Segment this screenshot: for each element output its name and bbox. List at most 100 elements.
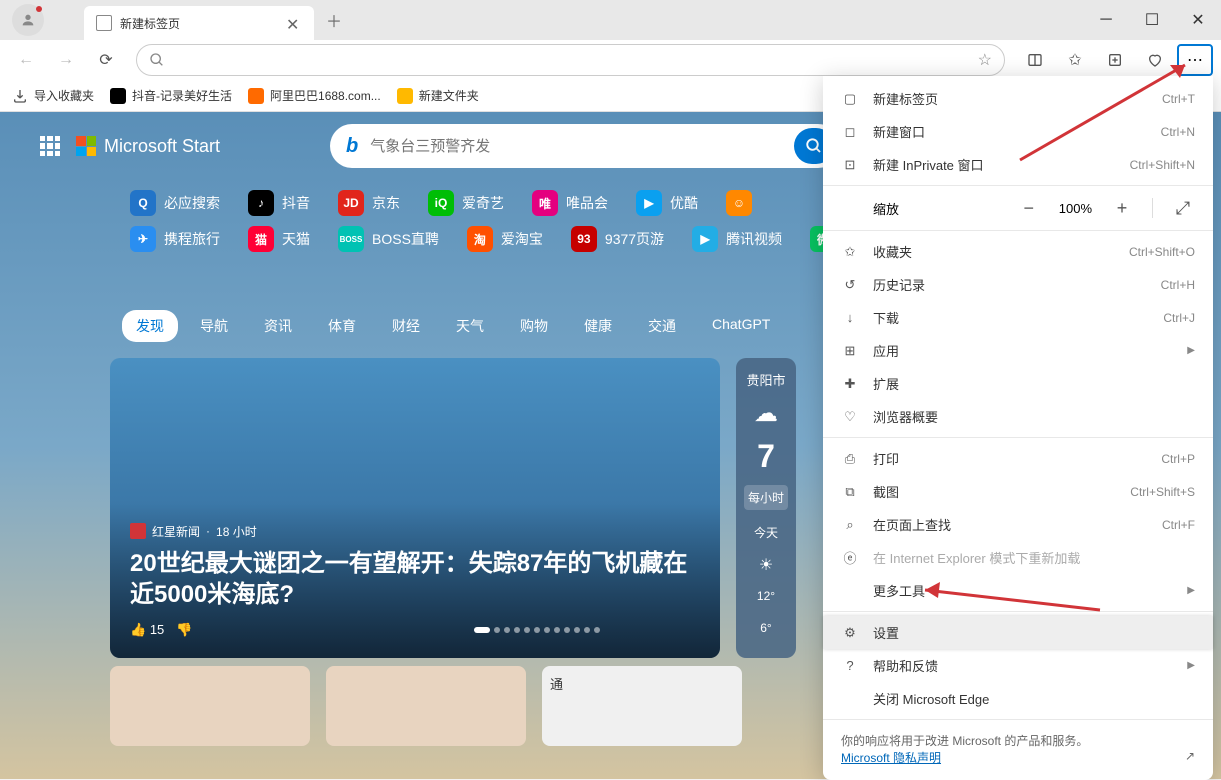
quicklink[interactable]: 唯唯品会	[532, 190, 608, 216]
page-icon	[96, 15, 112, 31]
nav-tab[interactable]: 健康	[570, 310, 626, 342]
quicklink[interactable]: 939377页游	[571, 226, 664, 252]
address-bar[interactable]: ☆	[136, 44, 1005, 76]
app-launcher-icon[interactable]	[40, 136, 60, 156]
download-icon: ↓	[841, 309, 859, 327]
quicklink[interactable]: ✈携程旅行	[130, 226, 220, 252]
news-card[interactable]: 红星新闻 · 18 小时 20世纪最大谜团之一有望解开：失踪87年的飞机藏在近5…	[110, 358, 720, 658]
bookmark-folder[interactable]: 新建文件夹	[397, 87, 479, 104]
menu-settings[interactable]: ⚙设置	[823, 616, 1213, 649]
quicklink[interactable]: 猫天猫	[248, 226, 310, 252]
menu-apps[interactable]: ⊞应用▶	[823, 334, 1213, 367]
content-card[interactable]	[326, 666, 526, 746]
zoom-in-button[interactable]: +	[1110, 196, 1134, 220]
url-input[interactable]	[165, 53, 978, 68]
collections-icon[interactable]	[1097, 44, 1133, 76]
nav-tab[interactable]: 交通	[634, 310, 690, 342]
import-icon	[12, 88, 28, 104]
browser-tab[interactable]: 新建标签页 ✕	[84, 6, 314, 40]
nav-tab[interactable]: 购物	[506, 310, 562, 342]
new-tab-button[interactable]: ＋	[318, 4, 350, 36]
dislike-button[interactable]: 👎	[176, 622, 192, 638]
nav-tab[interactable]: 天气	[442, 310, 498, 342]
refresh-button[interactable]: ⟳	[88, 44, 124, 76]
history-icon: ↺	[841, 276, 859, 294]
crop-icon: ⧉	[841, 483, 859, 501]
nav-tab[interactable]: 体育	[314, 310, 370, 342]
search-input[interactable]	[370, 138, 794, 155]
zoom-out-button[interactable]: −	[1017, 196, 1041, 220]
content-card[interactable]: 通	[542, 666, 742, 746]
quicklink[interactable]: JD京东	[338, 190, 400, 216]
menu-close-edge[interactable]: 关闭 Microsoft Edge	[823, 682, 1213, 715]
menu-print[interactable]: ⎙打印Ctrl+P	[823, 442, 1213, 475]
nav-tab[interactable]: 导航	[186, 310, 242, 342]
bookmark-label: 阿里巴巴1688.com...	[270, 87, 381, 104]
nav-tab[interactable]: ChatGPT	[698, 310, 784, 342]
minimize-button[interactable]: ─	[1083, 4, 1129, 36]
split-screen-icon[interactable]	[1017, 44, 1053, 76]
forward-button[interactable]: →	[48, 44, 84, 76]
news-title: 20世纪最大谜团之一有望解开：失踪87年的飞机藏在近5000米海底?	[130, 548, 700, 610]
bookmark-label: 新建文件夹	[419, 87, 479, 104]
menu-screenshot[interactable]: ⧉截图Ctrl+Shift+S	[823, 475, 1213, 508]
bookmark-1688[interactable]: 阿里巴巴1688.com...	[248, 87, 381, 104]
weather-hi: 6°	[756, 617, 775, 639]
douyin-icon	[110, 88, 126, 104]
titlebar: 新建标签页 ✕ ＋ ─ ☐ ✕	[0, 0, 1221, 40]
menu-find[interactable]: ⌕在页面上查找Ctrl+F	[823, 508, 1213, 541]
favorite-star-icon[interactable]: ☆	[978, 50, 992, 70]
menu-new-inprivate[interactable]: ⊡新建 InPrivate 窗口Ctrl+Shift+N	[823, 148, 1213, 181]
maximize-button[interactable]: ☐	[1129, 4, 1175, 36]
quicklink[interactable]: Q必应搜索	[130, 190, 220, 216]
weather-tab[interactable]: 今天	[750, 520, 782, 545]
more-options-button[interactable]: ⋯	[1177, 44, 1213, 76]
fullscreen-button[interactable]: ⤢	[1171, 196, 1195, 220]
quicklink[interactable]: ▶腾讯视频	[692, 226, 782, 252]
quicklink[interactable]: iQ爱奇艺	[428, 190, 504, 216]
nav-tab[interactable]: 财经	[378, 310, 434, 342]
close-icon[interactable]: ✕	[286, 15, 302, 31]
menu-downloads[interactable]: ↓下载Ctrl+J	[823, 301, 1213, 334]
quicklink[interactable]: ♪抖音	[248, 190, 310, 216]
menu-history[interactable]: ↺历史记录Ctrl+H	[823, 268, 1213, 301]
menu-more-tools[interactable]: 更多工具▶	[823, 574, 1213, 607]
menu-new-tab[interactable]: ▢新建标签页Ctrl+T	[823, 82, 1213, 115]
menu-browser-essentials[interactable]: ♡浏览器概要	[823, 400, 1213, 433]
microsoft-start-logo[interactable]: Microsoft Start	[76, 136, 220, 157]
menu-zoom: 缩放 − 100% + ⤢	[823, 190, 1213, 226]
quicklink[interactable]: BOSSBOSS直聘	[338, 226, 439, 252]
help-icon: ?	[841, 657, 859, 675]
profile-icon[interactable]	[12, 4, 44, 36]
quicklink[interactable]: ☺	[726, 190, 752, 216]
menu-extensions[interactable]: ✚扩展	[823, 367, 1213, 400]
menu-new-window[interactable]: ◻新建窗口Ctrl+N	[823, 115, 1213, 148]
menu-ie-mode: ⓔ在 Internet Explorer 模式下重新加载	[823, 541, 1213, 574]
nav-tab[interactable]: 资讯	[250, 310, 306, 342]
zoom-value: 100%	[1059, 201, 1092, 216]
privacy-link[interactable]: Microsoft 隐私声明	[841, 751, 941, 765]
like-button[interactable]: 👍 15	[130, 622, 164, 638]
favorites-icon[interactable]: ✩	[1057, 44, 1093, 76]
ie-icon: ⓔ	[841, 549, 859, 567]
back-button[interactable]: ←	[8, 44, 44, 76]
menu-favorites[interactable]: ✩收藏夹Ctrl+Shift+O	[823, 235, 1213, 268]
bookmark-import[interactable]: 导入收藏夹	[12, 87, 94, 104]
open-external-icon[interactable]: ↗	[1185, 749, 1195, 763]
nav-tab[interactable]: 发现	[122, 310, 178, 342]
menu-help[interactable]: ?帮助和反馈▶	[823, 649, 1213, 682]
quicklink[interactable]: ▶优酷	[636, 190, 698, 216]
weather-card[interactable]: 贵阳市 ☁ 7 每小时 今天 ☀ 12° 6°	[736, 358, 796, 658]
bookmark-douyin[interactable]: 抖音-记录美好生活	[110, 87, 232, 104]
quicklink[interactable]: 淘爱淘宝	[467, 226, 543, 252]
search-icon: ⌕	[841, 516, 859, 534]
search-box[interactable]: b	[330, 124, 840, 168]
browser-essentials-icon[interactable]	[1137, 44, 1173, 76]
menu-footer: 你的响应将用于改进 Microsoft 的产品和服务。 Microsoft 隐私…	[823, 724, 1213, 774]
weather-city: 贵阳市	[746, 370, 785, 389]
content-card[interactable]	[110, 666, 310, 746]
carousel-dots[interactable]	[474, 627, 600, 633]
close-window-button[interactable]: ✕	[1175, 4, 1221, 36]
weather-tab[interactable]: 每小时	[744, 485, 788, 510]
star-icon: ✩	[841, 243, 859, 261]
